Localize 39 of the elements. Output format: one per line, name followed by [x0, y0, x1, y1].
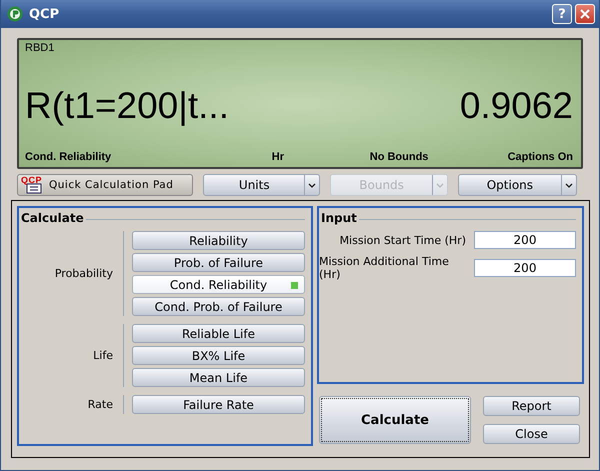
group-title: Input [321, 211, 357, 225]
display-caption: Cond. Reliability [25, 151, 112, 165]
display-name: RBD1 [25, 42, 56, 56]
display-caption: Hr [270, 151, 286, 165]
caret-icon [436, 182, 444, 188]
display-caption: No Bounds [368, 151, 430, 165]
field-label: Mission Additional Time (Hr) [319, 255, 450, 281]
report-button[interactable]: Report [483, 396, 580, 416]
close-button[interactable] [575, 4, 595, 24]
window-title: QCP [29, 6, 60, 22]
calculation-button[interactable]: BX% Life [132, 346, 305, 365]
input-field[interactable]: 200 [474, 231, 576, 249]
selected-indicator-icon [291, 282, 298, 289]
category-label: Probability [54, 267, 113, 280]
calculate-button[interactable]: Calculate [319, 396, 471, 444]
calculation-button[interactable]: Prob. of Failure [132, 253, 305, 272]
caret-icon [308, 182, 316, 188]
help-button[interactable]: ? [552, 4, 572, 24]
expression-text: R(t1=200|t... [25, 84, 229, 126]
category-label: Life [93, 349, 113, 362]
result-value: 0.9062 [460, 84, 573, 126]
dropdown[interactable]: Units [203, 174, 320, 196]
calculation-button[interactable]: Reliability [132, 231, 305, 250]
dropdown[interactable]: Options [458, 174, 577, 196]
calculation-button[interactable]: Cond. Prob. of Failure [132, 297, 305, 316]
calculation-button[interactable]: Mean Life [132, 368, 305, 387]
quick-calculation-pad-button[interactable]: QCP Quick Calculation Pad [17, 174, 194, 196]
close-icon [580, 9, 590, 19]
calculation-button[interactable]: Reliable Life [132, 324, 305, 343]
app-icon [7, 6, 23, 22]
calculation-button[interactable]: Failure Rate [132, 395, 305, 414]
calculation-button[interactable]: Cond. Reliability [132, 275, 305, 294]
category-label: Rate [88, 398, 113, 411]
field-label: Mission Start Time (Hr) [340, 234, 466, 246]
display-caption: Captions On [506, 151, 573, 165]
input-field[interactable]: 200 [474, 259, 576, 277]
group-title: Calculate [21, 211, 84, 225]
caret-icon [564, 182, 573, 188]
close-dialog-button[interactable]: Close [483, 424, 580, 444]
